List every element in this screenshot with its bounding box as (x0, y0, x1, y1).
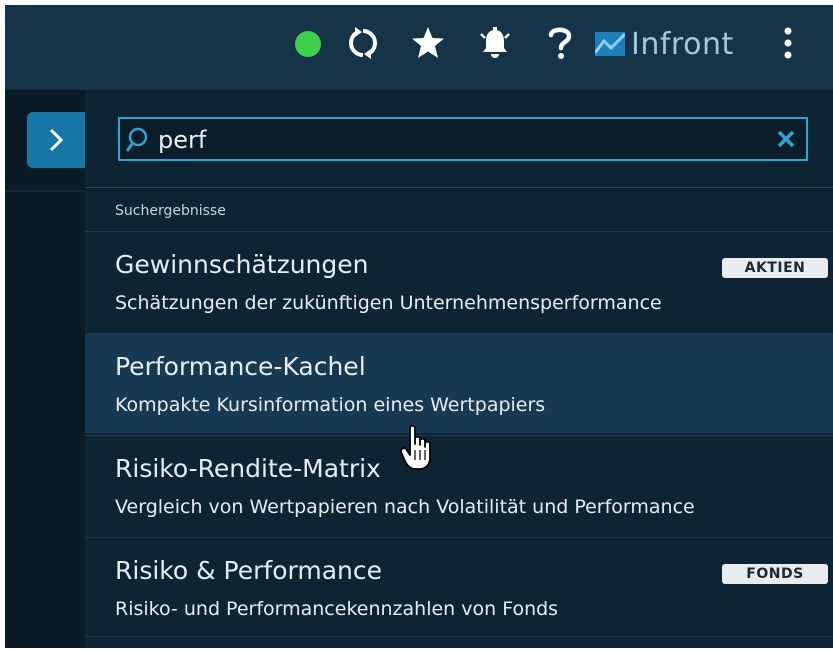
infront-logo-icon (595, 32, 625, 56)
search-box[interactable] (118, 117, 808, 161)
help-icon[interactable] (545, 25, 575, 61)
result-title: Risiko & Performance (115, 556, 382, 585)
result-item-gewinnschaetzungen[interactable]: Gewinnschätzungen AKTIEN Schätzungen der… (85, 231, 833, 331)
brand-name: Infront (631, 26, 734, 62)
result-item-risiko-performance[interactable]: Risiko & Performance FONDS Risiko- und P… (85, 537, 833, 637)
star-icon[interactable] (408, 25, 448, 61)
result-description: Risiko- und Performancekennzahlen von Fo… (115, 598, 559, 620)
hand-pointer-cursor-icon (400, 424, 431, 470)
search-input[interactable] (158, 122, 758, 158)
alarm-bell-icon[interactable] (475, 25, 515, 61)
result-title: Performance-Kachel (115, 352, 366, 381)
panel-divider (85, 187, 833, 188)
left-rail (5, 90, 85, 648)
results-section-label: Suchergebnisse (115, 203, 226, 219)
result-description: Kompakte Kursinformation eines Wertpapie… (115, 394, 546, 416)
result-title: Gewinnschätzungen (115, 250, 369, 279)
result-item-performance-kachel[interactable]: Performance-Kachel Kompakte Kursinformat… (85, 333, 833, 433)
kebab-menu-icon[interactable] (775, 25, 801, 61)
clear-search-icon[interactable] (774, 127, 798, 151)
brand-logo: Infront (595, 24, 734, 64)
category-badge: FONDS (722, 564, 828, 584)
refresh-icon[interactable] (343, 25, 383, 61)
app-window: Infront S (5, 5, 833, 648)
expand-sidebar-button[interactable] (27, 112, 85, 168)
result-title: Risiko-Rendite-Matrix (115, 454, 381, 483)
status-online-icon (295, 31, 321, 57)
category-badge: AKTIEN (722, 258, 828, 278)
result-description: Schätzungen der zukünftigen Unternehmens… (115, 292, 662, 314)
top-bar: Infront (5, 5, 833, 90)
search-icon (126, 127, 148, 152)
search-panel: Suchergebnisse Gewinnschätzungen AKTIEN … (85, 90, 833, 648)
result-item-risiko-rendite-matrix[interactable]: Risiko-Rendite-Matrix Vergleich von Wert… (85, 435, 833, 535)
rail-divider (5, 190, 85, 192)
result-description: Vergleich von Wertpapieren nach Volatili… (115, 496, 695, 518)
chevron-right-icon (49, 128, 64, 152)
